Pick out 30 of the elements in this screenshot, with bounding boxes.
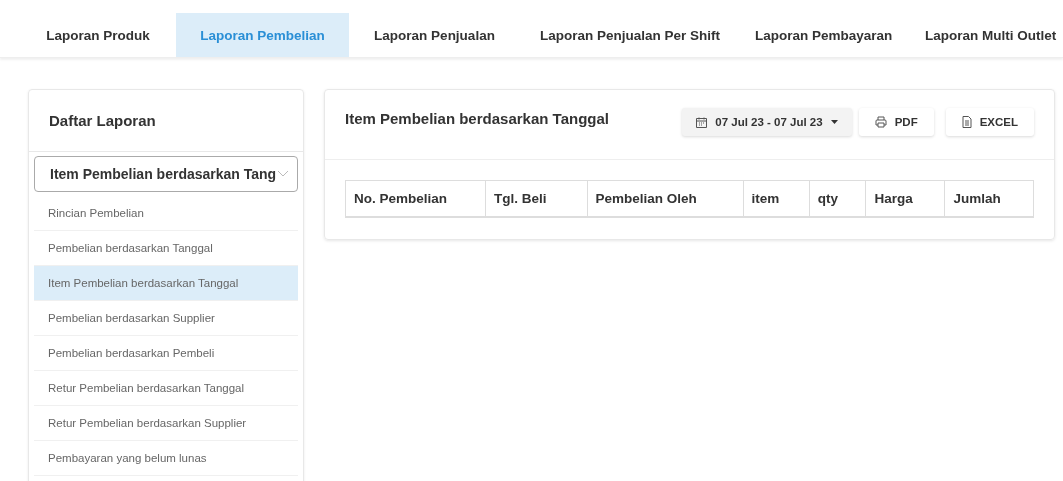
report-tab[interactable]: Laporan Pembayaran	[735, 13, 905, 57]
column-header: Tgl. Beli	[485, 180, 588, 217]
report-tab[interactable]: Laporan Produk	[20, 13, 176, 57]
column-header: qty	[809, 180, 866, 217]
report-select[interactable]: Item Pembelian berdasarkan Tang	[34, 156, 298, 192]
excel-button[interactable]: EXCEL	[945, 108, 1034, 136]
report-list-item[interactable]: Pembelian berdasarkan Supplier	[34, 301, 298, 336]
column-header: No. Pembelian	[345, 180, 486, 217]
date-range-button[interactable]: 07 Jul 23 - 07 Jul 23	[682, 108, 852, 136]
report-list-item[interactable]: Pembelian berdasarkan Pembeli	[34, 336, 298, 371]
report-tab[interactable]: Laporan Multi Outlet	[905, 13, 1063, 57]
report-list-item[interactable]: Retur Pembelian berdasarkan Tanggal	[34, 371, 298, 406]
report-tab[interactable]: Laporan Penjualan	[349, 13, 520, 57]
pdf-button[interactable]: PDF	[858, 108, 934, 136]
report-list-item[interactable]: Pembayaran yang belum lunas	[34, 441, 298, 476]
document-icon	[961, 116, 972, 128]
report-tab[interactable]: Laporan Penjualan Per Shift	[520, 13, 735, 57]
chevron-down-icon	[277, 170, 289, 178]
caret-down-icon	[830, 120, 838, 124]
printer-icon	[874, 116, 887, 128]
report-list-item[interactable]: Rincian Pembelian	[34, 196, 298, 231]
column-header: item	[743, 180, 810, 217]
panel-title: Daftar Laporan	[49, 112, 156, 129]
column-header: Harga	[865, 180, 945, 217]
report-list-item[interactable]: Retur Pembelian berdasarkan Supplier	[34, 406, 298, 441]
column-header: Jumlah	[944, 180, 1034, 217]
column-header: Pembelian Oleh	[587, 180, 744, 217]
panel-title: Item Pembelian berdasarkan Tanggal	[345, 110, 609, 127]
calendar-icon	[696, 116, 708, 128]
report-list-item[interactable]: Item Pembelian berdasarkan Tanggal	[34, 266, 298, 301]
